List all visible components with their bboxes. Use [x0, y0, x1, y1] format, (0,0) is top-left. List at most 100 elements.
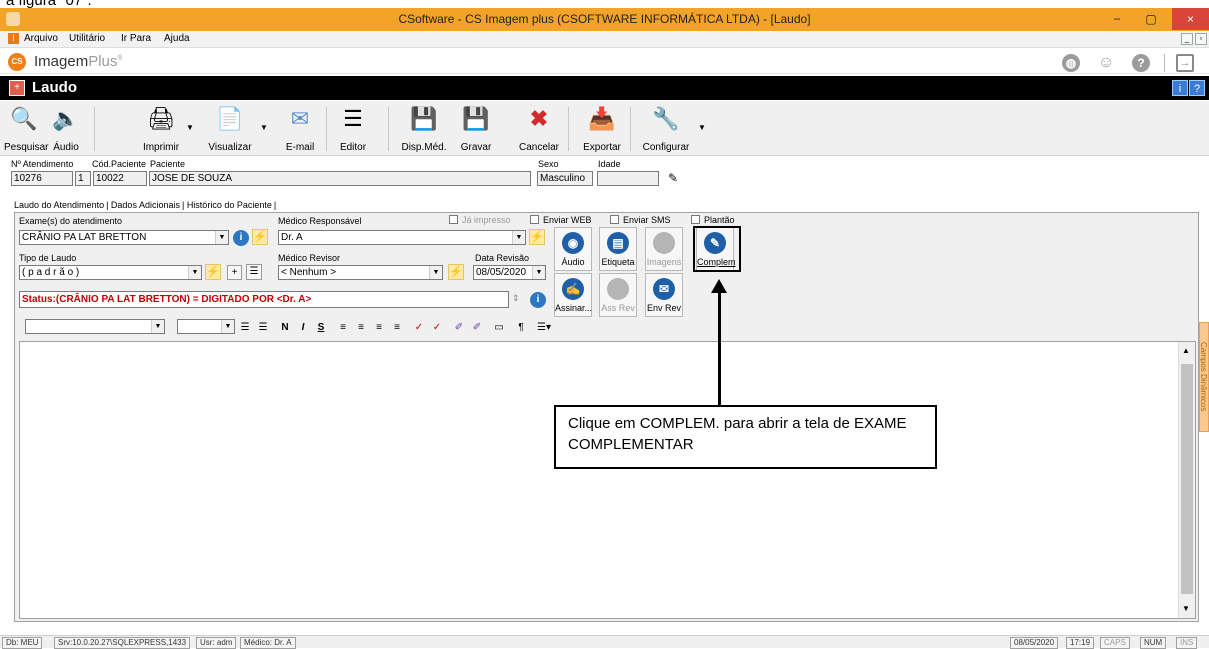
spellcheck-auto-icon[interactable]: ✓	[429, 320, 445, 336]
exit-icon[interactable]: →	[1176, 54, 1194, 72]
imagens-button[interactable]: Imagens	[645, 227, 683, 271]
globe-icon[interactable]: ◍	[1062, 54, 1080, 72]
menu-ajuda[interactable]: Ajuda	[164, 33, 190, 44]
caps-status: CAPS	[1100, 637, 1130, 649]
scroll-down-icon[interactable]: ▼	[1182, 604, 1190, 613]
document-caption-fragment: a figura "07".	[0, 0, 1209, 9]
question-icon[interactable]: ?	[1189, 80, 1205, 96]
tab-laudo-atendimento[interactable]: Laudo do Atendimento	[14, 200, 104, 210]
bold-icon[interactable]: N	[277, 320, 293, 336]
gravar-button[interactable]: 💾 Gravar	[456, 105, 496, 153]
visualizar-button[interactable]: 📄 Visualizar	[204, 105, 256, 153]
support-agent-icon[interactable]: ☺	[1097, 54, 1115, 72]
menu-utilitario[interactable]: Utilitário	[69, 33, 105, 44]
idade-field[interactable]	[597, 171, 659, 186]
complem-highlight-box	[693, 226, 741, 272]
pesquisar-button[interactable]: 🔍 Pesquisar	[4, 105, 48, 153]
insert-field-icon[interactable]: ▭	[491, 320, 507, 336]
numbered-list-icon[interactable]: ☰	[255, 320, 271, 336]
tab-dados-adicionais[interactable]: Dados Adicionais	[111, 200, 180, 210]
line-spacing-icon[interactable]: ☰▾	[533, 320, 555, 336]
ass-rev-button[interactable]: Ass Rev	[599, 273, 637, 317]
etiqueta-button[interactable]: ▤ Etiqueta	[599, 227, 637, 271]
help-icon[interactable]: ?	[1132, 54, 1150, 72]
data-revisao-picker[interactable]: 08/05/2020 ▼	[473, 265, 546, 280]
maximize-button[interactable]: ▢	[1134, 8, 1168, 30]
font-size-select[interactable]: ▼	[177, 319, 235, 334]
align-left-icon[interactable]: ≡	[335, 320, 351, 336]
info-icon[interactable]: i	[233, 230, 249, 246]
sexo-field[interactable]: Masculino	[537, 171, 593, 186]
enviar-sms-checkbox[interactable]: Enviar SMS	[610, 215, 671, 225]
cod-paciente-field[interactable]: 10022	[93, 171, 147, 186]
medico-resp-select[interactable]: Dr. A ▼	[278, 230, 526, 245]
chevron-down-icon: ▼	[532, 266, 545, 279]
medico-revisor-select[interactable]: < Nenhum > ▼	[278, 265, 443, 280]
scroll-thumb[interactable]	[1181, 364, 1193, 594]
printer-icon: 🖨	[147, 106, 175, 131]
ja-impresso-checkbox[interactable]: Já impresso	[449, 215, 511, 225]
underline-icon[interactable]: S	[313, 320, 329, 336]
speaker-icon: 🔈	[52, 106, 80, 131]
imprimir-dropdown-icon[interactable]: ▼	[186, 123, 194, 132]
highlight-icon[interactable]: ✐	[451, 320, 467, 336]
chevron-down-icon: ▼	[512, 231, 525, 244]
editor-scrollbar[interactable]: ▲ ▼	[1178, 342, 1195, 618]
lightning-icon[interactable]: ⚡	[252, 229, 268, 245]
info-icon[interactable]: i	[530, 292, 546, 308]
scroll-up-icon[interactable]: ▲	[1182, 346, 1190, 355]
configurar-dropdown-icon[interactable]: ▼	[698, 123, 706, 132]
paragraph-icon[interactable]: ¶	[513, 320, 529, 336]
cancelar-button[interactable]: ✖ Cancelar	[516, 105, 562, 153]
info-icon[interactable]: i	[1172, 80, 1188, 96]
audio-action-button[interactable]: ◉ Áudio	[554, 227, 592, 271]
tipo-laudo-select[interactable]: ( p a d r ã o ) ▼	[19, 265, 202, 280]
campos-dinamicos-tab[interactable]: Campos Dinâmicos	[1199, 322, 1209, 432]
atendimento-field[interactable]: 10276	[11, 171, 73, 186]
assinar-button[interactable]: ✍ Assinar...	[554, 273, 592, 317]
lightning-icon[interactable]: ⚡	[529, 229, 545, 245]
menu-ir-para[interactable]: Ir Para	[121, 33, 151, 44]
align-center-icon[interactable]: ≡	[353, 320, 369, 336]
idade-label: Idade	[598, 159, 621, 169]
chevron-down-icon: ▼	[215, 231, 228, 244]
printer-icon: ▤	[607, 232, 629, 254]
brand-name: ImagemPlus®	[34, 53, 123, 70]
disp-med-button[interactable]: 💾 Disp.Méd.	[398, 105, 450, 153]
env-rev-button[interactable]: ✉ Env Rev	[645, 273, 683, 317]
edit-patient-icon[interactable]: ✎	[665, 170, 681, 186]
list-icon[interactable]: ☰	[246, 264, 262, 280]
mdi-minimize-icon[interactable]: _	[1181, 33, 1193, 45]
paciente-field[interactable]: JOSE DE SOUZA	[149, 171, 531, 186]
plantao-checkbox[interactable]: Plantão	[691, 215, 735, 225]
lightning-icon[interactable]: ⚡	[448, 264, 464, 280]
add-icon[interactable]: +	[227, 265, 242, 280]
report-editor[interactable]: ▲ ▼	[19, 341, 1196, 619]
text-color-icon[interactable]: ✐	[469, 320, 485, 336]
configurar-button[interactable]: 🔧 Configurar	[638, 105, 694, 153]
align-right-icon[interactable]: ≡	[371, 320, 387, 336]
exame-select[interactable]: CRÂNIO PA LAT BRETTON ▼	[19, 230, 229, 245]
menu-arquivo[interactable]: Arquivo	[24, 33, 58, 44]
exportar-button[interactable]: 📥 Exportar	[580, 105, 624, 153]
font-family-select[interactable]: ▼	[25, 319, 165, 334]
status-scroll-icon[interactable]: ⇕	[512, 293, 520, 304]
italic-icon[interactable]: I	[295, 320, 311, 336]
enviar-web-checkbox[interactable]: Enviar WEB	[530, 215, 592, 225]
visualizar-dropdown-icon[interactable]: ▼	[260, 123, 268, 132]
mdi-restore-icon[interactable]: ▫	[1195, 33, 1207, 45]
spellcheck-icon[interactable]: ✓	[411, 320, 427, 336]
minimize-button[interactable]: −	[1100, 8, 1134, 30]
editor-button[interactable]: ☰ Editor	[334, 105, 372, 153]
configurar-label: Configurar	[642, 142, 690, 153]
tab-historico-paciente[interactable]: Histórico do Paciente	[187, 200, 272, 210]
db-status: Db: MEU	[2, 637, 43, 649]
close-button[interactable]: ×	[1172, 8, 1209, 30]
bullet-list-icon[interactable]: ☰	[237, 320, 253, 336]
email-button[interactable]: ✉ E-mail	[280, 105, 320, 153]
lightning-icon[interactable]: ⚡	[205, 264, 221, 280]
audio-button[interactable]: 🔈 Áudio	[46, 105, 86, 153]
imprimir-button[interactable]: 🖨 Imprimir	[138, 105, 184, 153]
atendimento-seq-field[interactable]: 1	[75, 171, 91, 186]
align-justify-icon[interactable]: ≡	[389, 320, 405, 336]
